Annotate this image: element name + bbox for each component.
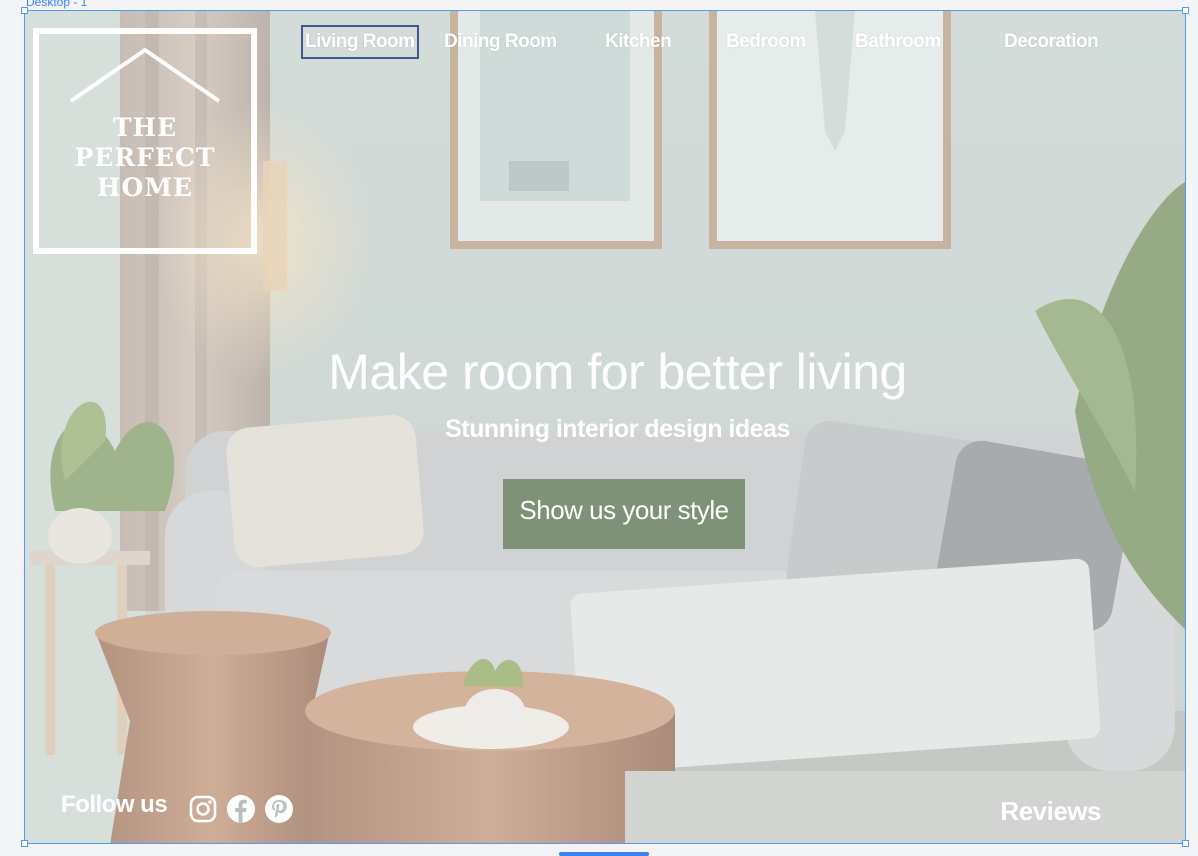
main-nav: Living Room Dining Room Kitchen Bedroom … (25, 25, 1185, 61)
facebook-icon[interactable] (226, 794, 256, 824)
canvas-scroll-indicator[interactable] (559, 852, 649, 856)
logo-line-2: PERFECT (74, 143, 216, 172)
logo-line-3: HOME (96, 173, 194, 202)
nav-item-bathroom[interactable]: Bathroom (855, 27, 941, 57)
logo-text: THE PERFECT HOME (39, 113, 251, 203)
frame-label: Desktop - 1 (26, 0, 88, 9)
instagram-icon[interactable] (188, 794, 218, 824)
follow-us-label: Follow us (61, 791, 168, 818)
nav-item-bedroom[interactable]: Bedroom (726, 27, 806, 57)
resize-handle-bottom-right[interactable] (1182, 840, 1189, 847)
nav-item-living-room[interactable]: Living Room (301, 25, 419, 59)
site-logo[interactable]: THE PERFECT HOME (33, 28, 257, 254)
nav-item-dining-room[interactable]: Dining Room (444, 27, 557, 57)
reviews-link[interactable]: Reviews (1000, 796, 1101, 827)
hero-title: Make room for better living (328, 344, 907, 400)
resize-handle-top-right[interactable] (1182, 7, 1189, 14)
hero-subtitle: Stunning interior design ideas (445, 415, 790, 443)
nav-item-kitchen[interactable]: Kitchen (605, 27, 672, 57)
resize-handle-top-left[interactable] (21, 7, 28, 14)
nav-item-decoration[interactable]: Decoration (1004, 27, 1099, 57)
pinterest-icon[interactable] (264, 794, 294, 824)
resize-handle-bottom-left[interactable] (21, 840, 28, 847)
logo-line-1: THE (112, 113, 178, 142)
desktop-frame: THE PERFECT HOME Living Room Dining Room… (24, 10, 1186, 844)
show-your-style-button[interactable]: Show us your style (503, 479, 745, 549)
